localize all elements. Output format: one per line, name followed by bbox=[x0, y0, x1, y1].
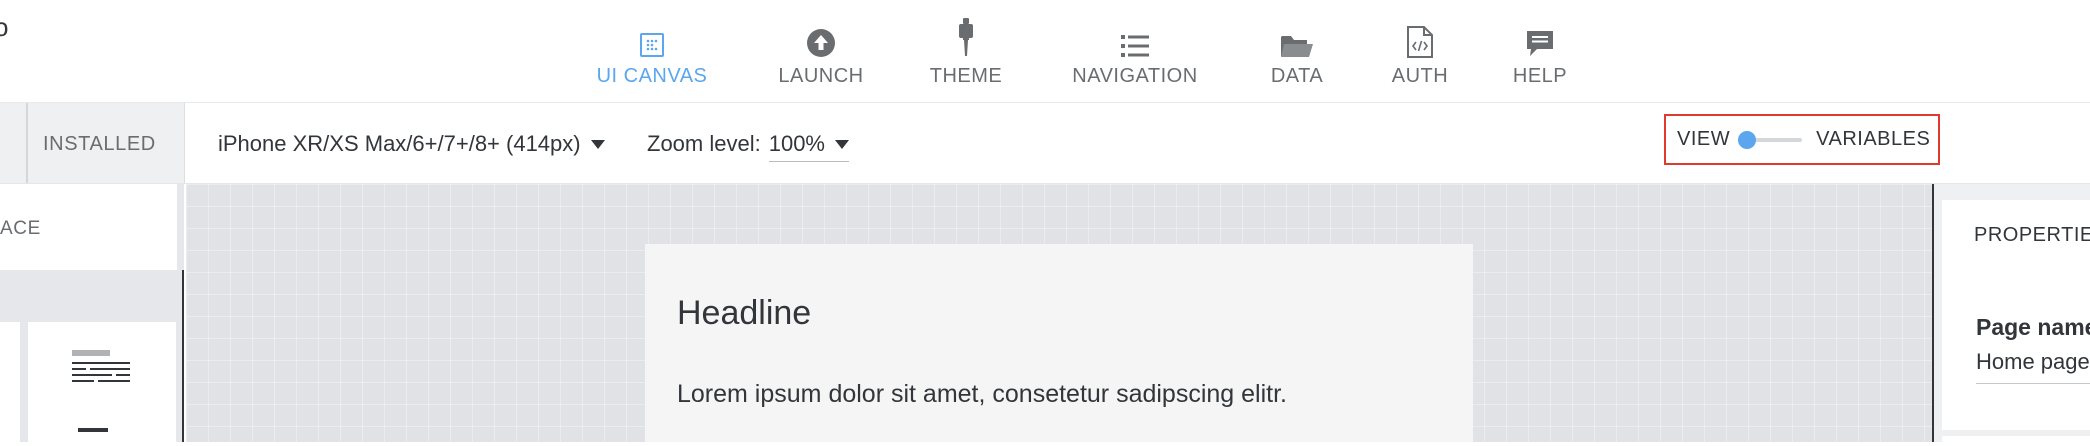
zoom-control: Zoom level: 100% bbox=[647, 131, 849, 162]
component-label-fragment bbox=[78, 428, 108, 432]
toggle-variables-label[interactable]: VARIABLES bbox=[1816, 128, 1930, 151]
properties-card-secondary bbox=[1942, 436, 2090, 446]
text-paragraph-icon bbox=[72, 350, 130, 382]
nav-label: LAUNCH bbox=[778, 65, 864, 87]
nav-help[interactable]: HELP bbox=[1504, 0, 1576, 102]
nav-label: THEME bbox=[929, 65, 1003, 87]
nav-label: NAVIGATION bbox=[1072, 65, 1198, 87]
nav-data[interactable]: DATA bbox=[1258, 0, 1336, 102]
tab-divider bbox=[26, 103, 28, 183]
component-card[interactable] bbox=[0, 322, 20, 442]
nav-ui-canvas[interactable]: UI CANVAS bbox=[591, 0, 713, 102]
top-nav-bar: o UI CANVAS LAUNCH THEME NAVIGATION DATA… bbox=[0, 0, 2090, 103]
theme-icon bbox=[959, 18, 973, 56]
canvas-toolbar: INSTALLED iPhone XR/XS Max/6+/7+/8+ (414… bbox=[0, 103, 2090, 184]
device-select-value: iPhone XR/XS Max/6+/7+/8+ (414px) bbox=[218, 131, 581, 156]
tab-installed-label: INSTALLED bbox=[43, 133, 156, 155]
nav-label: AUTH bbox=[1391, 65, 1449, 87]
chevron-down-icon bbox=[835, 139, 849, 149]
properties-panel: PROPERTIES Page name Home page bbox=[1932, 184, 2090, 446]
nav-theme[interactable]: THEME bbox=[920, 0, 1012, 102]
help-icon bbox=[1527, 31, 1553, 56]
page-name-input[interactable]: Home page bbox=[1976, 349, 2090, 384]
view-variables-toggle-group: VIEW VARIABLES bbox=[1664, 114, 1940, 165]
panel-divider bbox=[1932, 184, 1934, 442]
auth-icon bbox=[1407, 26, 1433, 58]
tab-installed[interactable]: INSTALLED bbox=[0, 103, 185, 183]
headline-text[interactable]: Headline bbox=[677, 294, 811, 333]
ui-canvas-icon bbox=[640, 33, 664, 57]
device-select[interactable]: iPhone XR/XS Max/6+/7+/8+ (414px) bbox=[218, 131, 605, 157]
properties-title: PROPERTIES bbox=[1974, 224, 2090, 246]
panel-divider bbox=[182, 270, 184, 442]
nav-auth[interactable]: AUTH bbox=[1384, 0, 1456, 102]
properties-card: PROPERTIES Page name Home page bbox=[1942, 200, 2090, 430]
zoom-select-value: 100% bbox=[768, 131, 825, 156]
nav-label: HELP bbox=[1512, 65, 1568, 87]
navigation-icon bbox=[1121, 35, 1149, 57]
nav-launch[interactable]: LAUNCH bbox=[771, 0, 871, 102]
component-card-text[interactable] bbox=[28, 322, 176, 442]
component-search-area[interactable]: ACE bbox=[0, 184, 177, 270]
paragraph-text[interactable]: Lorem ipsum dolor sit amet, consetetur s… bbox=[677, 380, 1287, 409]
phone-page-preview[interactable]: Headline Lorem ipsum dolor sit amet, con… bbox=[645, 244, 1473, 442]
components-panel: ACE bbox=[0, 184, 184, 442]
app-logo-fragment: o bbox=[0, 12, 9, 42]
nav-navigation[interactable]: NAVIGATION bbox=[1060, 0, 1210, 102]
nav-label: DATA bbox=[1270, 65, 1324, 87]
data-icon bbox=[1281, 36, 1313, 57]
nav-label: UI CANVAS bbox=[596, 65, 708, 87]
design-canvas[interactable]: Headline Lorem ipsum dolor sit amet, con… bbox=[186, 184, 1932, 442]
launch-icon bbox=[807, 29, 835, 57]
zoom-label: Zoom level: bbox=[647, 131, 761, 156]
switch-knob[interactable] bbox=[1738, 130, 1757, 149]
chevron-down-icon bbox=[590, 139, 605, 149]
search-area-label: ACE bbox=[0, 218, 41, 239]
zoom-select[interactable]: 100% bbox=[768, 131, 849, 162]
view-variables-switch[interactable] bbox=[1738, 130, 1803, 150]
page-name-label: Page name bbox=[1976, 314, 2090, 340]
toggle-view-label[interactable]: VIEW bbox=[1677, 128, 1730, 151]
